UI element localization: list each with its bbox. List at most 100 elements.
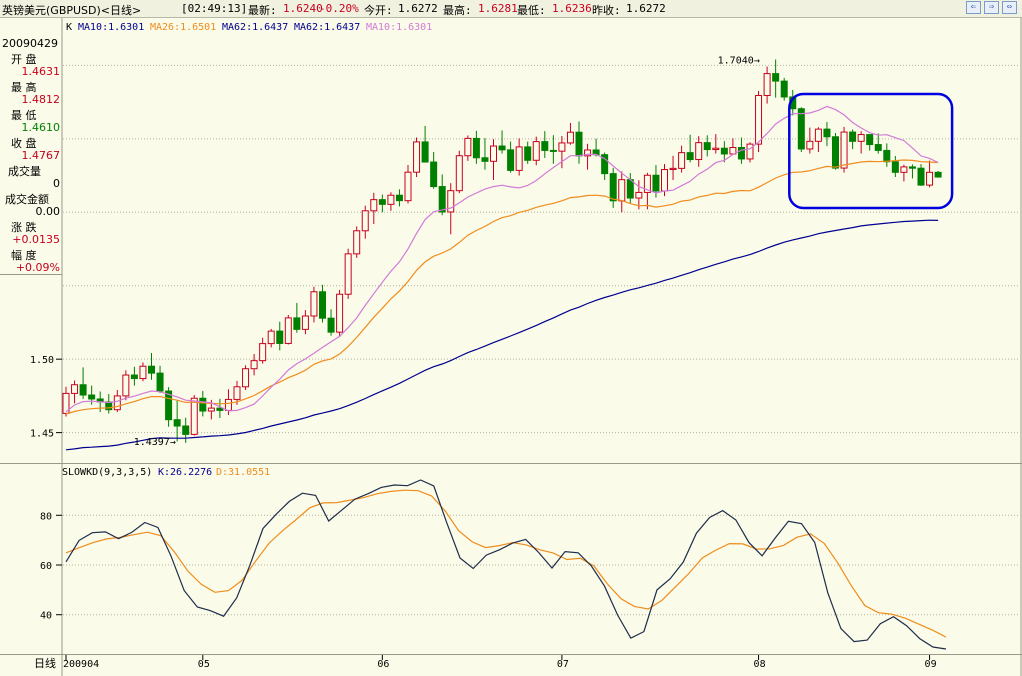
candle-body: [438, 186, 446, 213]
candle-body: [276, 330, 284, 344]
candle-body: [344, 253, 352, 295]
legend-ma26: MA26:1.6501: [150, 22, 216, 33]
candle-body: [233, 386, 241, 400]
candle-body: [404, 171, 412, 202]
legend-ma10-b: MA10:1.6301: [366, 22, 432, 33]
x-tick-label: 05: [198, 659, 210, 670]
candle-body: [455, 155, 463, 192]
chart-area: K MA10:1.6301 MA26:1.6501 MA62:1.6437 MA…: [0, 18, 1022, 676]
candle-body: [507, 149, 515, 171]
candle-body: [327, 317, 335, 333]
candle-body: [755, 94, 763, 145]
candle-body: [130, 374, 138, 380]
kd-legend: SLOWKD(9,3,3,5) K:26.2276 D:31.0551: [62, 467, 270, 478]
candle-body: [387, 194, 395, 205]
candle-body: [832, 136, 839, 169]
candle-body: [618, 179, 626, 202]
candle-body: [891, 161, 899, 173]
candle-body: [319, 291, 326, 319]
candle-body: [883, 149, 891, 163]
candle-body: [378, 199, 386, 205]
candle-body: [182, 425, 190, 435]
candle-body: [532, 141, 540, 161]
candle-body: [609, 173, 617, 202]
y-tick-label: 60: [40, 561, 52, 572]
candle-body: [908, 166, 916, 169]
candle-body: [695, 142, 703, 161]
candle-body: [199, 397, 207, 412]
candle-body: [840, 131, 848, 169]
candle-body: [173, 419, 181, 427]
candle-body: [481, 157, 489, 162]
candle-body: [122, 374, 130, 397]
x-tick-label: 07: [557, 659, 569, 670]
candle-body: [490, 145, 497, 162]
candlestick-series: [62, 59, 942, 443]
candle-body: [849, 131, 857, 142]
candle-body: [558, 142, 566, 152]
candle-body: [669, 167, 677, 171]
candle-body: [686, 152, 694, 161]
candle-body: [413, 141, 421, 173]
candle-body: [464, 137, 472, 157]
candle-body: [746, 143, 754, 160]
candle-body: [148, 365, 155, 374]
candle-body: [336, 293, 344, 333]
candle-body: [113, 395, 121, 411]
candle-body: [472, 137, 480, 159]
legend-ma62-a: MA62:1.6437: [222, 22, 288, 33]
candle-body: [515, 146, 523, 171]
candle-body: [934, 171, 942, 178]
candle-body: [310, 291, 318, 317]
x-tick-label: 09: [925, 659, 937, 670]
candle-body: [79, 384, 87, 396]
candle-body: [806, 140, 814, 150]
candle-body: [139, 365, 147, 380]
candle-body: [652, 174, 660, 192]
legend-ma10: MA10:1.6301: [78, 22, 144, 33]
x-tick-label: 200904: [63, 659, 99, 670]
legend-kd-d: D:31.0551: [216, 467, 270, 478]
candle-body: [917, 167, 925, 186]
candle-body: [293, 317, 301, 330]
y-tick-label: 1.50: [30, 355, 54, 366]
candle-body: [575, 131, 583, 157]
candle-body: [720, 147, 728, 155]
candle-body: [88, 394, 96, 400]
candle-body: [797, 108, 805, 150]
candle-body: [626, 179, 634, 199]
candle-body: [259, 343, 267, 362]
candle-body: [207, 407, 215, 412]
candle-body: [370, 199, 378, 212]
candle-body: [900, 166, 908, 173]
high-annotation: 1.7040→: [718, 56, 760, 67]
candle-body: [678, 152, 686, 169]
low-annotation: 1.4397→: [134, 437, 176, 448]
candle-body: [498, 145, 506, 151]
candle-body: [763, 73, 771, 96]
candle-body: [566, 131, 574, 144]
candle-body: [549, 149, 557, 152]
candle-body: [780, 80, 788, 98]
candle-body: [524, 146, 532, 161]
candle-body: [242, 368, 250, 388]
candle-legend: K MA10:1.6301 MA26:1.6501 MA62:1.6437 MA…: [66, 22, 432, 33]
ma26-line: [65, 159, 939, 415]
candle-body: [224, 398, 232, 411]
y-tick-label: 80: [40, 511, 52, 522]
candle-body: [866, 134, 874, 146]
candle-body: [874, 144, 882, 151]
x-tick-label: 08: [754, 659, 766, 670]
legend-ma62-b: MA62:1.6437: [294, 22, 360, 33]
candle-body: [250, 360, 258, 370]
legend-k-label: K: [66, 22, 72, 33]
candle-body: [421, 141, 429, 163]
candle-body: [156, 372, 164, 392]
candle-body: [814, 128, 822, 142]
legend-kd-k: K:26.2276: [158, 467, 212, 478]
candle-body: [71, 384, 79, 394]
candle-body: [267, 330, 275, 345]
candle-body: [635, 191, 643, 199]
candle-body: [712, 147, 720, 151]
candle-body: [772, 73, 780, 82]
